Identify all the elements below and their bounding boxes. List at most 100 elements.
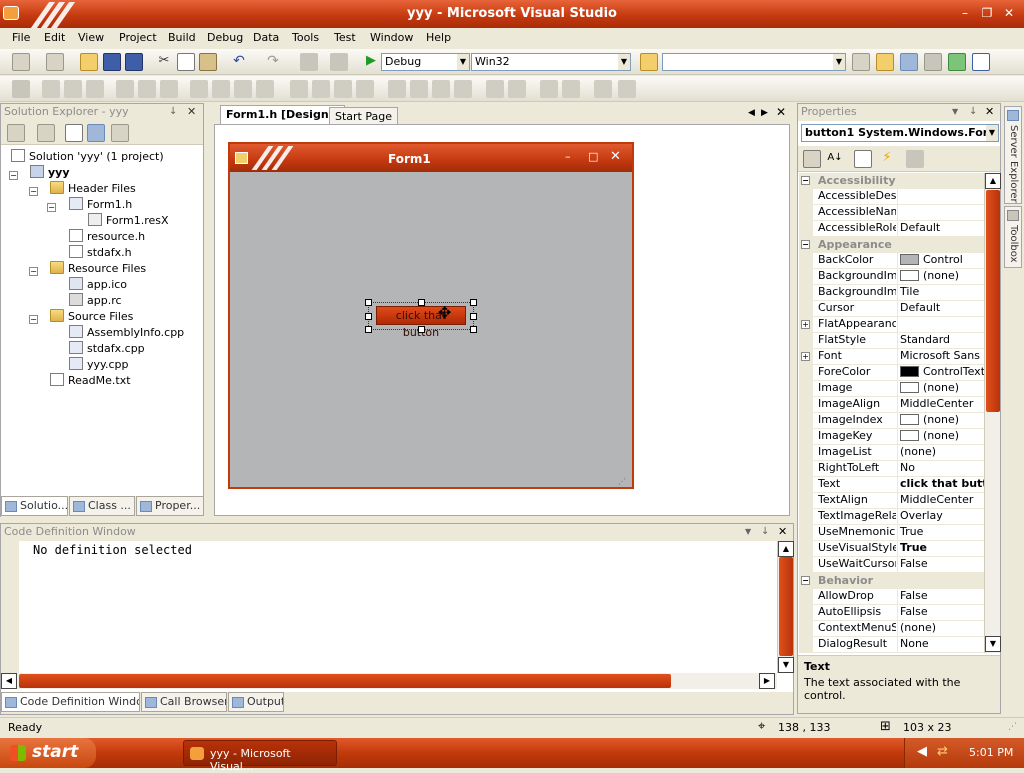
menu-tools[interactable]: Tools	[292, 31, 319, 44]
tree-form1-h[interactable]: Form1.h	[69, 197, 132, 211]
tree-header-files[interactable]: Header Files	[50, 181, 136, 195]
resize-handle[interactable]	[365, 299, 372, 306]
find-combo[interactable]: ▼	[662, 53, 846, 71]
toolbox-icon[interactable]	[924, 53, 942, 71]
v-spacing-equal-icon[interactable]	[388, 80, 406, 98]
taskbar-task-vs[interactable]: yyy - Microsoft Visual...	[183, 740, 337, 773]
code-horizontal-scrollbar[interactable]: ◀ ▶	[1, 673, 777, 689]
collapse-icon[interactable]: −	[47, 203, 56, 212]
scroll-thumb[interactable]	[779, 557, 793, 656]
form-resize-grip[interactable]: ⋰	[618, 477, 628, 487]
property-value[interactable]: True	[900, 525, 985, 538]
add-item-icon[interactable]	[46, 53, 64, 71]
property-row[interactable]: + Font Microsoft Sans Se	[799, 349, 985, 365]
property-row[interactable]: ImageAlign MiddleCenter	[799, 397, 985, 413]
bring-to-front-icon[interactable]	[540, 80, 558, 98]
property-row[interactable]: AutoEllipsis False	[799, 605, 985, 621]
menu-help[interactable]: Help	[426, 31, 451, 44]
start-button[interactable]: start	[0, 738, 96, 768]
tree-yyy-cpp[interactable]: yyy.cpp	[69, 357, 128, 371]
pin-icon[interactable]: ↓	[969, 106, 977, 117]
save-icon[interactable]	[103, 53, 121, 71]
property-row[interactable]: UseWaitCursor False	[799, 557, 985, 573]
properties-window-icon[interactable]	[876, 53, 894, 71]
center-vertically-icon[interactable]	[508, 80, 526, 98]
undo-icon[interactable]: ↶	[230, 53, 248, 71]
make-same-size-icon[interactable]	[234, 80, 252, 98]
resize-handle[interactable]	[418, 326, 425, 333]
property-value[interactable]: Standard	[900, 333, 985, 346]
make-same-height-icon[interactable]	[212, 80, 230, 98]
pin-icon[interactable]: ↓	[761, 526, 769, 537]
v-spacing-increase-icon[interactable]	[410, 80, 428, 98]
property-row[interactable]: AccessibleRole Default	[799, 221, 985, 237]
tray-back-icon[interactable]: ◀	[917, 744, 927, 759]
property-row[interactable]: TextImageRelatic Overlay	[799, 509, 985, 525]
property-pages-icon[interactable]	[906, 150, 924, 168]
property-row[interactable]: FlatStyle Standard	[799, 333, 985, 349]
tree-source-files[interactable]: Source Files	[50, 309, 133, 323]
tree-app-rc[interactable]: app.rc	[69, 293, 122, 307]
tab-code-definition[interactable]: Code Definition Window	[1, 692, 140, 712]
close-panel-icon[interactable]: ✕	[778, 525, 787, 538]
tree-assemblyinfo[interactable]: AssemblyInfo.cpp	[69, 325, 184, 339]
menu-view[interactable]: View	[78, 31, 104, 44]
property-row[interactable]: TextAlign MiddleCenter	[799, 493, 985, 509]
resize-grip-icon[interactable]: ⋰	[1008, 722, 1017, 732]
tab-class-view[interactable]: Class ...	[69, 496, 135, 516]
property-row[interactable]: ImageIndex (none)	[799, 413, 985, 429]
collapse-icon[interactable]: −	[29, 187, 38, 196]
close-document-icon[interactable]: ✕	[776, 105, 786, 119]
align-bottoms-icon[interactable]	[160, 80, 178, 98]
collapse-icon[interactable]: −	[9, 171, 18, 180]
minimize-button[interactable]: –	[955, 4, 975, 24]
lock-controls-icon[interactable]	[594, 80, 612, 98]
align-centers-icon[interactable]	[64, 80, 82, 98]
close-button[interactable]: ✕	[999, 4, 1019, 24]
align-rights-icon[interactable]	[86, 80, 104, 98]
center-horizontally-icon[interactable]	[486, 80, 504, 98]
tree-stdafx-cpp[interactable]: stdafx.cpp	[69, 341, 145, 355]
new-project-icon[interactable]	[12, 53, 30, 71]
tab-start-page[interactable]: Start Page	[329, 107, 398, 124]
copy-icon[interactable]	[177, 53, 195, 71]
dropdown-icon[interactable]: ▼	[952, 107, 958, 116]
property-value[interactable]: (none)	[900, 621, 985, 634]
tab-call-browser[interactable]: Call Browser	[141, 692, 227, 712]
property-value[interactable]: No	[900, 461, 985, 474]
property-value[interactable]: (none)	[900, 429, 985, 442]
property-value[interactable]: (none)	[900, 381, 985, 394]
property-row[interactable]: ForeColor ControlText	[799, 365, 985, 381]
property-value[interactable]: MiddleCenter	[900, 493, 985, 506]
menu-project[interactable]: Project	[119, 31, 157, 44]
property-value[interactable]: (none)	[900, 269, 985, 282]
property-category[interactable]: − Behavior	[799, 573, 985, 589]
property-value[interactable]: MiddleCenter	[900, 397, 985, 410]
navigate-back-icon[interactable]	[300, 53, 318, 71]
property-value[interactable]: False	[900, 557, 985, 570]
collapse-icon[interactable]: −	[801, 576, 810, 585]
property-value[interactable]: True	[900, 541, 985, 554]
find-in-files-icon[interactable]	[640, 53, 658, 71]
size-to-grid-icon[interactable]	[256, 80, 274, 98]
cut-icon[interactable]: ✂	[155, 53, 173, 71]
menu-edit[interactable]: Edit	[44, 31, 65, 44]
platform-dropdown[interactable]: Win32 ▼	[471, 53, 631, 71]
resize-handle[interactable]	[470, 326, 477, 333]
alphabetical-icon[interactable]: A↓	[826, 150, 844, 168]
tree-stdafx-h[interactable]: stdafx.h	[69, 245, 132, 259]
restore-button[interactable]: ❐	[977, 4, 997, 24]
align-tops-icon[interactable]	[116, 80, 134, 98]
resize-handle[interactable]	[470, 313, 477, 320]
property-row[interactable]: AccessibleName	[799, 205, 985, 221]
tab-output[interactable]: Output	[228, 692, 284, 712]
menu-data[interactable]: Data	[253, 31, 279, 44]
scroll-down-icon[interactable]: ▼	[778, 657, 794, 673]
expand-icon[interactable]: +	[801, 320, 810, 329]
tree-project[interactable]: yyy	[30, 165, 70, 179]
menu-build[interactable]: Build	[168, 31, 196, 44]
collapse-icon[interactable]: −	[29, 315, 38, 324]
designer-prev-arrow[interactable]: ▶	[761, 108, 768, 118]
property-row[interactable]: ImageList (none)	[799, 445, 985, 461]
tab-solution-explorer[interactable]: Solutio...	[1, 496, 68, 516]
